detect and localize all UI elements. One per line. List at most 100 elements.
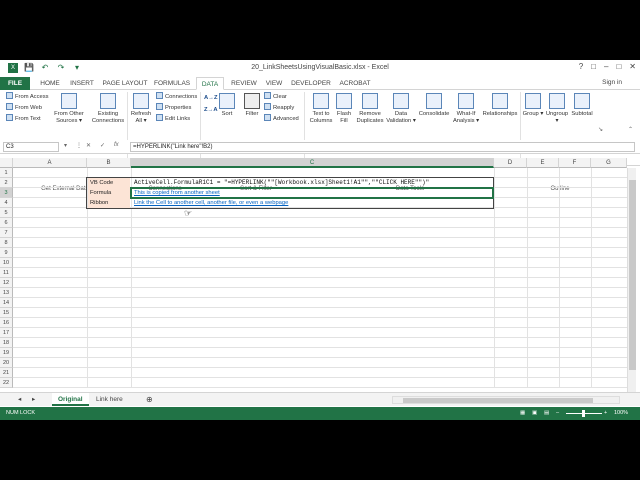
minimize-button[interactable]: – [604,62,608,71]
from-text-button[interactable]: From Text [6,114,41,124]
row-header[interactable]: 18 [0,338,13,348]
confirm-entry-button[interactable]: ✓ [100,142,105,149]
cell-b2[interactable]: VB Code [88,178,130,188]
edit-links-button[interactable]: Edit Links [156,114,190,124]
from-web-button[interactable]: From Web [6,103,42,113]
row-header[interactable]: 3 [0,188,13,198]
sheet-next-button[interactable]: ▸ [26,393,41,406]
sort-button[interactable]: Sort [218,93,236,118]
clear-button[interactable]: Clear [264,92,287,102]
tab-view[interactable]: VIEW [263,77,285,90]
maximize-button[interactable]: □ [616,62,621,71]
zoom-out-button[interactable]: – [556,407,559,420]
row-header[interactable]: 4 [0,198,13,208]
remove-duplicates-button[interactable]: Remove Duplicates [355,93,385,125]
column-header-e[interactable]: E [527,158,559,168]
tab-developer[interactable]: DEVELOPER [290,77,332,90]
tab-insert[interactable]: INSERT [68,77,96,90]
row-header[interactable]: 12 [0,278,13,288]
view-page-layout-icon[interactable]: ▣ [532,407,537,420]
sheet-prev-button[interactable]: ◂ [12,393,27,406]
from-access-button[interactable]: From Access [6,92,49,102]
tab-file[interactable]: FILE [0,77,30,90]
column-header-d[interactable]: D [494,158,527,168]
tab-data[interactable]: DATA [196,77,224,90]
cell-b3[interactable]: Formula [88,188,130,198]
data-validation-button[interactable]: Data Validation ▾ [386,93,416,125]
row-header[interactable]: 6 [0,218,13,228]
column-header-a[interactable]: A [13,158,87,168]
tab-home[interactable]: HOME [36,77,64,90]
row-header[interactable]: 8 [0,238,13,248]
cancel-entry-button[interactable]: ✕ [86,142,91,149]
flash-fill-button[interactable]: Flash Fill [334,93,354,125]
text-to-columns-button[interactable]: Text to Columns [307,93,335,125]
vertical-scrollbar[interactable] [627,168,636,392]
view-normal-icon[interactable]: ▦ [520,407,525,420]
row-header[interactable]: 1 [0,168,13,178]
column-header-f[interactable]: F [559,158,591,168]
vertical-scroll-thumb[interactable] [629,180,636,370]
tab-formulas[interactable]: FORMULAS [154,77,190,90]
help-button[interactable]: ? [579,62,583,71]
select-all-button[interactable] [0,158,13,168]
advanced-button[interactable]: Advanced [264,114,299,124]
group-button[interactable]: Group ▾ [522,93,544,118]
tab-page-layout[interactable]: PAGE LAYOUT [102,77,148,90]
subtotal-button[interactable]: Subtotal [570,93,594,118]
what-if-analysis-button[interactable]: What-If Analysis ▾ [452,93,480,125]
row-header[interactable]: 17 [0,328,13,338]
horizontal-scrollbar[interactable] [392,396,620,404]
refresh-all-button[interactable]: Refresh All ▾ [130,93,152,125]
name-box[interactable]: C3 [3,142,59,152]
row-header[interactable]: 15 [0,308,13,318]
sort-descending-button[interactable]: Z→A [204,106,218,115]
cell-c2[interactable]: ActiveCell.FormulaR1C1 = "=HYPERLINK(""[… [132,178,493,188]
row-header[interactable]: 9 [0,248,13,258]
reapply-button[interactable]: Reapply [264,103,294,113]
column-header-g[interactable]: G [591,158,627,168]
name-box-dropdown-icon[interactable]: ▾ [64,142,67,149]
row-header[interactable]: 10 [0,258,13,268]
row-header[interactable]: 21 [0,368,13,378]
relationships-button[interactable]: Relationships [481,93,519,118]
row-header[interactable]: 2 [0,178,13,188]
row-header[interactable]: 22 [0,378,13,388]
row-header[interactable]: 7 [0,228,13,238]
view-page-break-icon[interactable]: ▤ [544,407,549,420]
column-header-b[interactable]: B [87,158,131,168]
outline-dialog-launcher-icon[interactable]: ↘ [598,126,603,135]
zoom-slider-thumb[interactable] [582,410,585,417]
row-header[interactable]: 19 [0,348,13,358]
row-header[interactable]: 14 [0,298,13,308]
zoom-in-button[interactable]: + [604,407,607,420]
ungroup-button[interactable]: Ungroup ▾ [544,93,570,125]
insert-function-button[interactable]: fx [114,142,119,148]
row-header[interactable]: 20 [0,358,13,368]
sheet-tab-link-here[interactable]: Link here [90,393,129,406]
cell-c4[interactable]: Link the Cell to another cell, another f… [132,198,493,208]
new-sheet-button[interactable]: ⊕ [140,393,159,406]
filter-button[interactable]: Filter [242,93,262,118]
cell-b4[interactable]: Ribbon [88,198,130,208]
collapse-ribbon-icon[interactable]: ⌃ [628,126,633,135]
zoom-level[interactable]: 100% [614,407,628,420]
connections-button[interactable]: Connections [156,92,197,102]
column-header-c[interactable]: C [131,158,494,168]
from-other-sources-button[interactable]: From Other Sources ▾ [50,93,88,125]
row-header[interactable]: 13 [0,288,13,298]
row-header[interactable]: 5 [0,208,13,218]
formula-input[interactable]: =HYPERLINK("Link here"!B2) [130,142,635,152]
sheet-tab-original[interactable]: Original [52,393,89,406]
sign-in-link[interactable]: Sign in [602,79,622,86]
tab-review[interactable]: REVIEW [229,77,259,90]
consolidate-button[interactable]: Consolidate [417,93,451,118]
row-header[interactable]: 16 [0,318,13,328]
tab-acrobat[interactable]: ACROBAT [337,77,373,90]
row-header[interactable]: 11 [0,268,13,278]
cell-c3[interactable]: This is copied from another sheet [132,188,493,198]
horizontal-scroll-thumb[interactable] [403,398,593,403]
existing-connections-button[interactable]: Existing Connections [90,93,126,125]
properties-button[interactable]: Properties [156,103,191,113]
sort-ascending-button[interactable]: A→Z [204,94,218,103]
